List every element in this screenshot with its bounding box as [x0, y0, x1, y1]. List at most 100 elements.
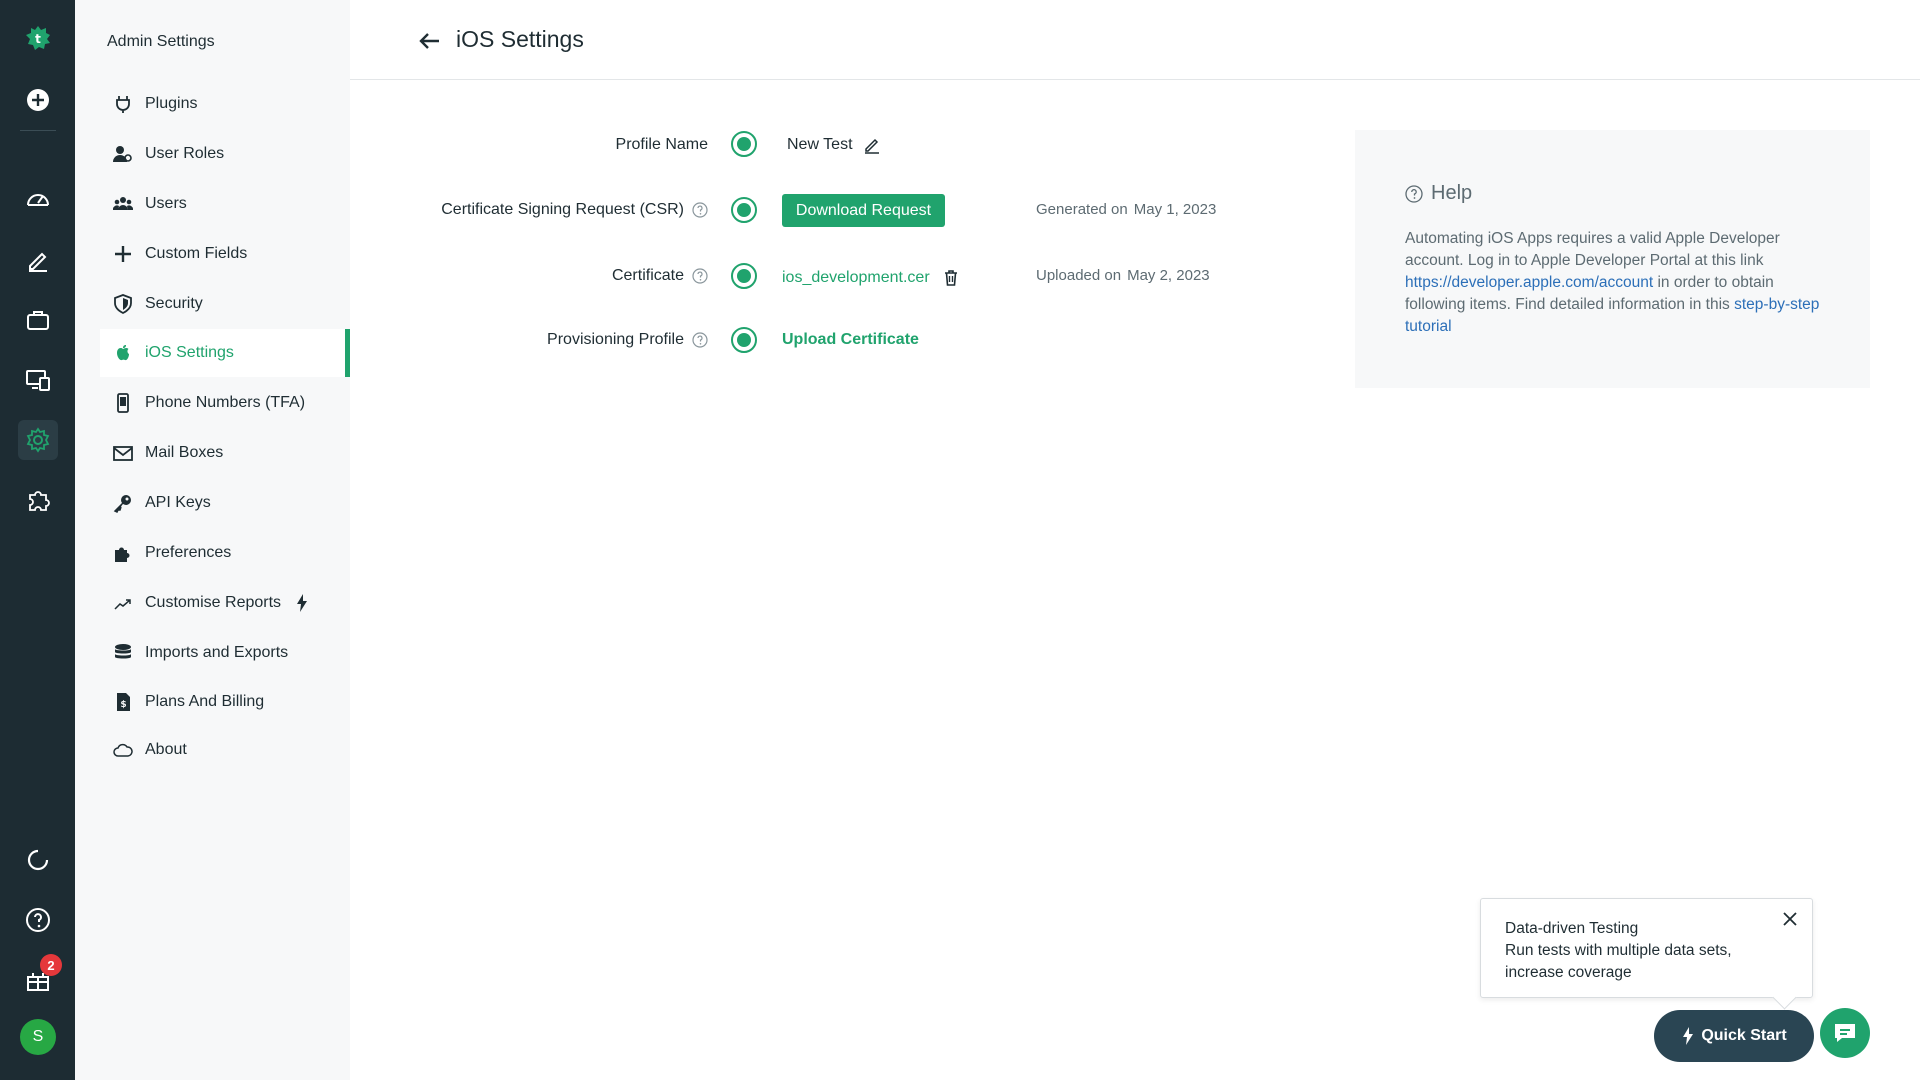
tooltip-title: Data-driven Testing: [1505, 920, 1639, 937]
csr-label-text: Certificate Signing Request (CSR): [441, 201, 684, 218]
edit-pencil-icon[interactable]: [863, 136, 881, 154]
sidebar-item-label: Preferences: [145, 544, 232, 561]
quick-start-button[interactable]: Quick Start: [1654, 1010, 1814, 1062]
profile-name-text: New Test: [787, 136, 853, 153]
back-arrow-icon[interactable]: [415, 26, 445, 56]
csr-label: Certificate Signing Request (CSR): [400, 198, 708, 222]
settings-gear-icon[interactable]: [18, 420, 58, 460]
sidebar-item-custom-fields[interactable]: Custom Fields: [100, 230, 350, 278]
mail-icon: [112, 442, 134, 464]
page-title: iOS Settings: [456, 26, 584, 52]
create-new-icon[interactable]: [18, 80, 58, 120]
sidebar-item-label: API Keys: [145, 494, 211, 511]
sync-icon[interactable]: [18, 840, 58, 880]
sidebar-item-label: Mail Boxes: [145, 444, 224, 461]
sidebar-item-mail-boxes[interactable]: Mail Boxes: [100, 429, 350, 477]
info-question-icon[interactable]: [692, 268, 708, 284]
plug-icon: [112, 93, 134, 115]
sidebar-item-imports-exports[interactable]: Imports and Exports: [100, 629, 350, 677]
chat-button[interactable]: [1820, 1008, 1870, 1058]
upload-certificate-link[interactable]: Upload Certificate: [782, 328, 919, 352]
sidebar-item-user-roles[interactable]: User Roles: [100, 130, 350, 178]
uploaded-date: May 2, 2023: [1127, 267, 1210, 284]
apple-icon: [112, 342, 134, 364]
csr-generated-meta: Generated on May 1, 2023: [1036, 201, 1216, 218]
sidebar-item-security[interactable]: Security: [100, 280, 350, 328]
lightning-bolt-icon: [297, 594, 308, 612]
user-avatar[interactable]: S: [20, 1019, 56, 1055]
shield-icon: [112, 293, 134, 315]
profile-name-value: New Test: [787, 133, 881, 157]
sidebar-item-label: User Roles: [145, 145, 225, 162]
close-icon[interactable]: [1780, 909, 1800, 929]
help-panel: Help Automating iOS Apps requires a vali…: [1355, 130, 1870, 388]
sidebar-item-label: About: [145, 741, 187, 758]
sidebar-item-phone-numbers[interactable]: Phone Numbers (TFA): [100, 379, 350, 427]
profile-name-status-icon: [731, 131, 757, 157]
notification-badge: 2: [40, 954, 62, 976]
sidebar-title: Admin Settings: [107, 33, 215, 50]
sidebar-item-label: Customise Reports: [145, 594, 282, 611]
sidebar-item-label: Users: [145, 195, 187, 212]
info-question-icon[interactable]: [692, 332, 708, 348]
page-header: iOS Settings: [350, 0, 1920, 80]
sidebar-item-label: Custom Fields: [145, 245, 248, 262]
sidebar-item-plans-billing[interactable]: $ Plans And Billing: [100, 678, 350, 726]
svg-text:t: t: [35, 32, 41, 46]
sidebar-item-label: iOS Settings: [145, 344, 234, 361]
generated-date: May 1, 2023: [1133, 201, 1217, 218]
plus-icon: [112, 243, 134, 265]
users-icon: [112, 193, 134, 215]
question-circle-icon: [1405, 184, 1423, 203]
tooltip-body: Run tests with multiple data sets, incre…: [1505, 942, 1732, 981]
data-driven-testing-tooltip: Data-driven Testing Run tests with multi…: [1480, 898, 1813, 998]
puzzle-icon: [112, 542, 134, 564]
billing-icon: $: [112, 691, 134, 713]
certificate-file-link[interactable]: ios_development.cer: [782, 269, 930, 287]
sidebar-item-plugins[interactable]: Plugins: [100, 80, 350, 128]
sidebar-item-api-keys[interactable]: API Keys: [100, 479, 350, 527]
help-title: Help: [1431, 182, 1473, 204]
provisioning-label-text: Provisioning Profile: [547, 331, 684, 348]
devices-icon[interactable]: [18, 360, 58, 400]
sidebar-item-customise-reports[interactable]: Customise Reports: [100, 579, 350, 627]
apple-developer-link[interactable]: https://developer.apple.com/account: [1405, 274, 1653, 291]
phone-icon: [112, 392, 134, 414]
uploaded-on-label: Uploaded on: [1036, 267, 1122, 284]
quick-start-label: Quick Start: [1701, 1027, 1787, 1044]
testsigma-logo-icon[interactable]: t: [18, 18, 58, 58]
sidebar-item-preferences[interactable]: Preferences: [100, 529, 350, 577]
briefcase-icon[interactable]: [18, 300, 58, 340]
admin-settings-sidebar: Admin Settings Plugins User Roles Users …: [75, 0, 350, 1080]
sidebar-item-label: Phone Numbers (TFA): [145, 394, 306, 411]
delete-trash-icon[interactable]: [942, 269, 960, 287]
certificate-status-icon: [731, 263, 757, 289]
help-icon[interactable]: [18, 900, 58, 940]
dashboard-icon[interactable]: [18, 180, 58, 220]
certificate-label-text: Certificate: [611, 267, 684, 284]
sidebar-item-label: Plugins: [145, 95, 198, 112]
trend-icon: [112, 592, 134, 614]
chat-bubble-icon: [1835, 1024, 1855, 1042]
svg-text:$: $: [120, 700, 126, 710]
certificate-uploaded-meta: Uploaded on May 2, 2023: [1036, 267, 1210, 284]
addons-puzzle-icon[interactable]: [18, 480, 58, 520]
sidebar-item-label: Imports and Exports: [145, 644, 289, 661]
profile-name-label-text: Profile Name: [615, 136, 708, 153]
sidebar-item-label: Plans And Billing: [145, 693, 265, 710]
profile-name-label: Profile Name: [430, 133, 708, 157]
provisioning-profile-label: Provisioning Profile: [430, 328, 708, 352]
help-text-1: Automating iOS Apps requires a valid App…: [1405, 230, 1780, 269]
help-heading: Help: [1405, 182, 1472, 205]
generated-on-label: Generated on: [1036, 201, 1128, 218]
whats-new-gift-icon[interactable]: 2: [18, 954, 62, 1000]
certificate-label: Certificate: [430, 264, 708, 288]
test-development-icon[interactable]: [18, 240, 58, 280]
sidebar-item-ios-settings[interactable]: iOS Settings: [100, 329, 350, 377]
certificate-file: ios_development.cer: [782, 266, 960, 290]
sidebar-item-about[interactable]: About: [100, 726, 350, 774]
download-request-button[interactable]: Download Request: [782, 194, 945, 227]
info-question-icon[interactable]: [692, 202, 708, 218]
sidebar-item-users[interactable]: Users: [100, 180, 350, 228]
provisioning-status-icon: [731, 327, 757, 353]
